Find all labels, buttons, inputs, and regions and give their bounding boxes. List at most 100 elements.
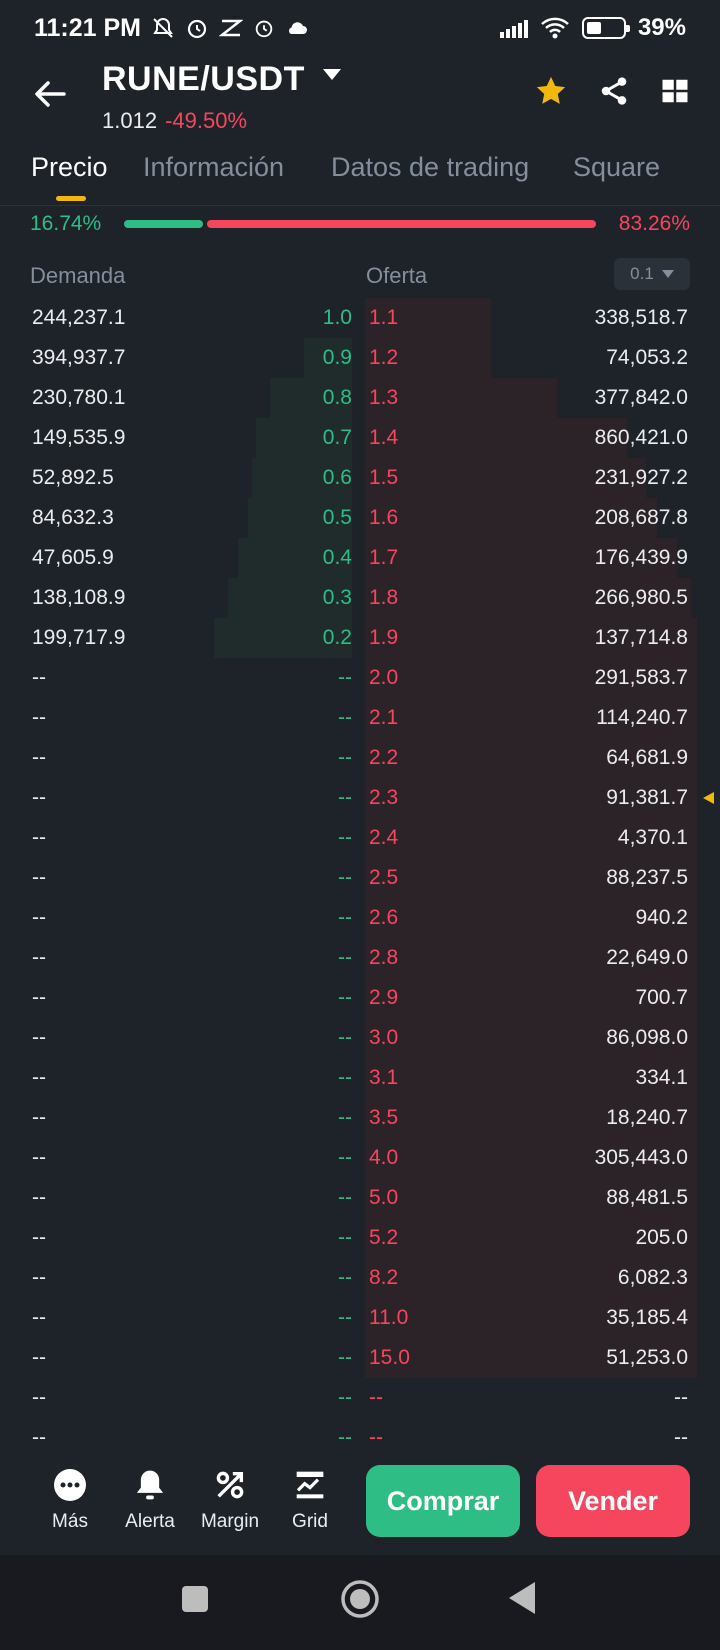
tab-informacion[interactable]: Información	[143, 152, 284, 183]
active-tab-indicator	[56, 196, 86, 201]
order-book-row[interactable]: 244,237.1 1.0 1.1 338,518.7	[0, 298, 720, 338]
battery-icon	[581, 17, 630, 39]
ask-quantity: 6,082.3	[617, 1266, 688, 1289]
ask-price: 2.3	[369, 786, 399, 809]
order-book-row[interactable]: -- -- 4.0 305,443.0	[0, 1138, 720, 1178]
ask-quantity: 176,439.9	[594, 546, 688, 569]
precision-select[interactable]: 0.1	[614, 258, 690, 290]
order-book-row[interactable]: 47,605.9 0.4 1.7 176,439.9	[0, 538, 720, 578]
back-nav-icon[interactable]	[508, 1581, 536, 1615]
recents-icon[interactable]	[181, 1585, 209, 1613]
bid-price: --	[338, 986, 352, 1009]
bid-price: --	[338, 1386, 352, 1409]
order-book-row[interactable]: 230,780.1 0.8 1.3 377,842.0	[0, 378, 720, 418]
tool-alerta[interactable]: Alerta	[110, 1465, 190, 1533]
bid-quantity: 138,108.9	[32, 586, 126, 609]
order-book-row[interactable]: -- -- 2.3 91,381.7	[0, 778, 720, 818]
ask-quantity: 22,649.0	[606, 946, 688, 969]
order-book-row[interactable]: -- -- 2.6 940.2	[0, 898, 720, 938]
last-price: 1.012	[102, 108, 158, 133]
tool-margin[interactable]: Margin	[190, 1465, 270, 1533]
order-book-row[interactable]: -- -- 2.9 700.7	[0, 978, 720, 1018]
ask-price: 2.9	[369, 986, 399, 1009]
bid-quantity: --	[32, 906, 46, 929]
bid-quantity: --	[32, 986, 46, 1009]
bid-price: --	[338, 1186, 352, 1209]
order-book-row[interactable]: -- -- 3.5 18,240.7	[0, 1098, 720, 1138]
ask-price: 3.1	[369, 1066, 399, 1089]
order-book-row[interactable]: -- -- 5.0 88,481.5	[0, 1178, 720, 1218]
order-book-row[interactable]: -- -- 5.2 205.0	[0, 1218, 720, 1258]
bid-quantity: 149,535.9	[32, 426, 126, 449]
order-book-row[interactable]: -- -- 2.4 4,370.1	[0, 818, 720, 858]
ask-quantity: 137,714.8	[594, 626, 688, 649]
order-book-row[interactable]: 394,937.7 0.9 1.2 74,053.2	[0, 338, 720, 378]
order-book-row[interactable]: -- -- 8.2 6,082.3	[0, 1258, 720, 1298]
bid-price: --	[338, 1266, 352, 1289]
layout-grid-icon[interactable]	[660, 74, 690, 108]
system-nav-bar	[0, 1555, 720, 1650]
order-book-row[interactable]: -- -- 15.0 51,253.0	[0, 1338, 720, 1378]
order-book-row[interactable]: -- -- -- --	[0, 1418, 720, 1458]
bid-quantity: 84,632.3	[32, 506, 114, 529]
tab-bar: Precio Información Datos de trading Squa…	[0, 148, 720, 206]
bid-quantity: --	[32, 1066, 46, 1089]
back-arrow-icon[interactable]	[30, 74, 70, 114]
sell-button[interactable]: Vender	[536, 1465, 690, 1537]
order-book-row[interactable]: -- -- 2.0 291,583.7	[0, 658, 720, 698]
tab-square[interactable]: Square	[573, 152, 660, 183]
tool-label: Alerta	[125, 1511, 175, 1532]
notification-icons	[151, 16, 309, 40]
order-book-row[interactable]: -- -- -- --	[0, 1378, 720, 1418]
order-book-row[interactable]: 138,108.9 0.3 1.8 266,980.5	[0, 578, 720, 618]
ask-quantity: 231,927.2	[594, 466, 688, 489]
ask-price: 2.1	[369, 706, 399, 729]
ask-price: --	[369, 1426, 383, 1449]
bid-quantity: 199,717.9	[32, 626, 126, 649]
order-book-row[interactable]: -- -- 2.2 64,681.9	[0, 738, 720, 778]
order-book-row[interactable]: 199,717.9 0.2 1.9 137,714.8	[0, 618, 720, 658]
ask-quantity: --	[674, 1386, 688, 1409]
order-book-row[interactable]: 84,632.3 0.5 1.6 208,687.8	[0, 498, 720, 538]
ask-quantity: --	[674, 1426, 688, 1449]
sell-percent: 83.26%	[618, 212, 690, 235]
share-icon[interactable]	[598, 74, 630, 108]
order-book-row[interactable]: -- -- 2.5 88,237.5	[0, 858, 720, 898]
price-change: -49.50%	[165, 108, 248, 133]
home-icon[interactable]	[340, 1579, 380, 1619]
order-book: 244,237.1 1.0 1.1 338,518.7 394,937.7 0.9 1.2 7…	[0, 298, 720, 1458]
order-book-row[interactable]: 52,892.5 0.6 1.5 231,927.2	[0, 458, 720, 498]
buy-ratio-bar	[124, 220, 203, 228]
order-book-row[interactable]: 149,535.9 0.7 1.4 860,421.0	[0, 418, 720, 458]
bottom-toolbar: Más Alerta Margin Grid Comprar Vender	[0, 1455, 720, 1550]
order-book-row[interactable]: -- -- 2.1 114,240.7	[0, 698, 720, 738]
percent-icon	[216, 1471, 244, 1499]
bid-price: 0.9	[322, 346, 352, 369]
clock: 11:21 PM	[34, 13, 142, 42]
buy-button[interactable]: Comprar	[366, 1465, 520, 1537]
ask-quantity: 208,687.8	[594, 506, 688, 529]
bid-price: --	[338, 746, 352, 769]
tool-label: Grid	[292, 1511, 328, 1532]
tab-precio[interactable]: Precio	[31, 152, 108, 183]
ask-price: 2.0	[369, 666, 399, 689]
tool-label: Margin	[200, 1511, 260, 1532]
tool-mas[interactable]: Más	[30, 1465, 110, 1533]
bid-quantity: 230,780.1	[32, 386, 126, 409]
bid-price: --	[338, 946, 352, 969]
tool-grid[interactable]: Grid	[270, 1465, 350, 1533]
bid-quantity: --	[32, 1226, 46, 1249]
pair-title[interactable]: RUNE/USDT	[102, 60, 305, 99]
caret-down-icon[interactable]	[322, 68, 342, 82]
order-book-row[interactable]: -- -- 11.0 35,185.4	[0, 1298, 720, 1338]
order-book-row[interactable]: -- -- 3.0 86,098.0	[0, 1018, 720, 1058]
bid-quantity: --	[32, 1186, 46, 1209]
tab-datos-trading[interactable]: Datos de trading	[331, 152, 529, 183]
star-icon[interactable]	[534, 74, 568, 108]
ask-quantity: 291,583.7	[594, 666, 688, 689]
order-book-row[interactable]: -- -- 3.1 334.1	[0, 1058, 720, 1098]
system-status: 39%	[499, 14, 686, 42]
tool-label: Más	[52, 1511, 88, 1532]
bell-icon	[136, 1470, 164, 1500]
order-book-row[interactable]: -- -- 2.8 22,649.0	[0, 938, 720, 978]
